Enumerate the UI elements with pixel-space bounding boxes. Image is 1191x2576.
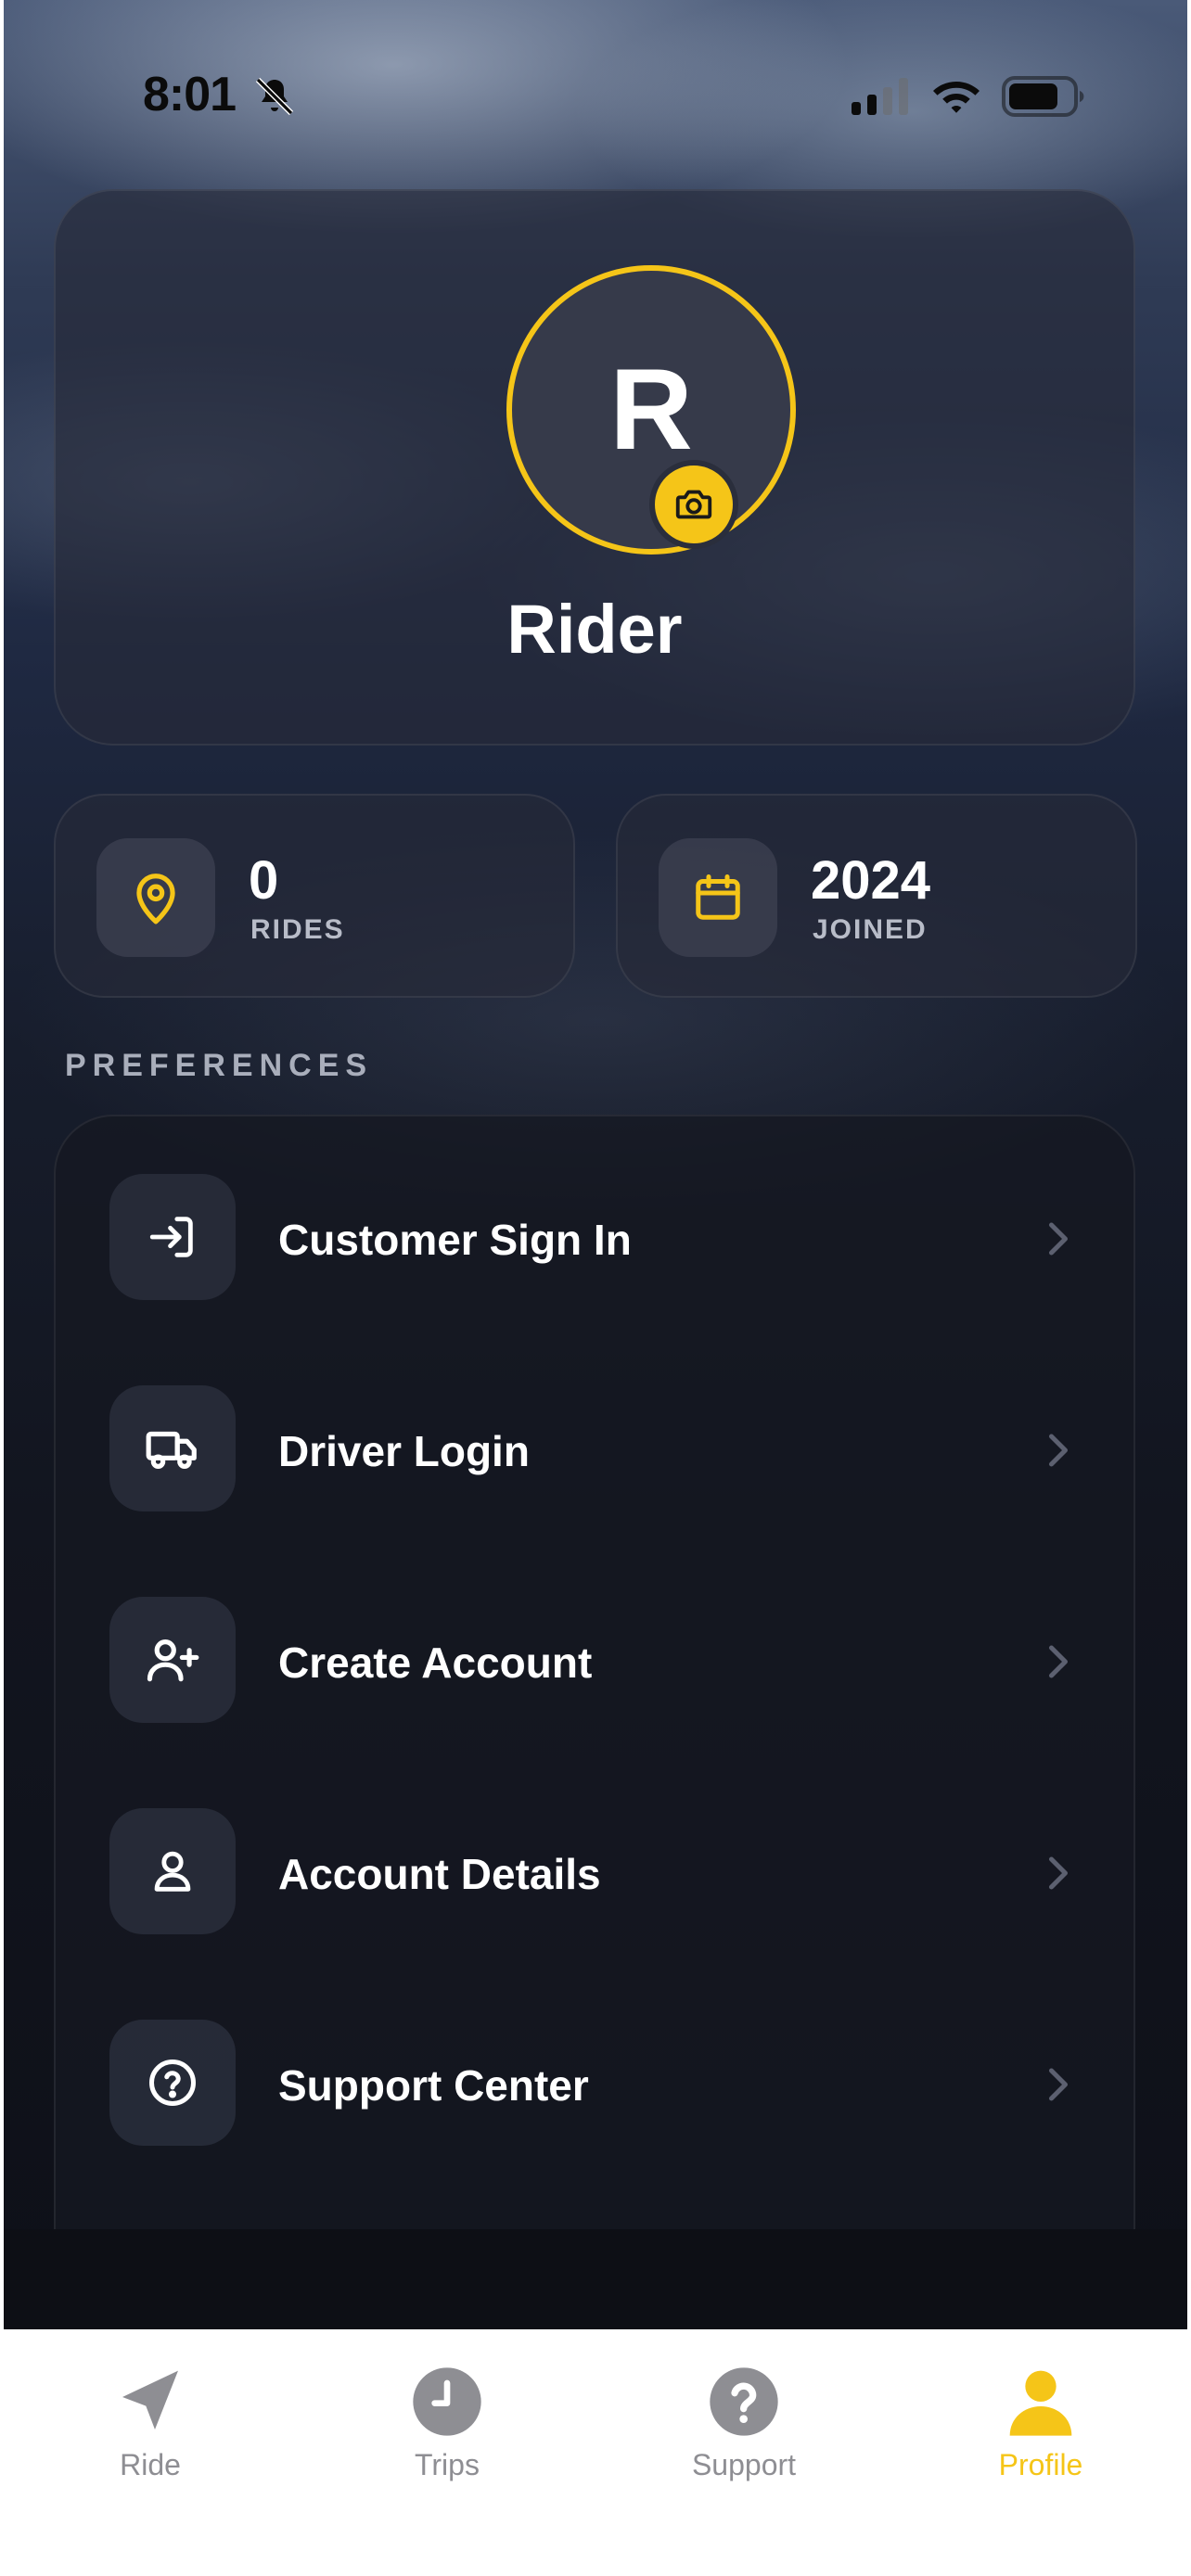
joined-label: JOINED bbox=[813, 914, 928, 945]
pref-icon-box bbox=[109, 1174, 236, 1300]
tab-support[interactable]: Support bbox=[642, 2352, 846, 2491]
chevron-right-icon bbox=[1049, 1645, 1068, 1678]
rides-count: 0 bbox=[249, 850, 279, 911]
rides-stat-card: 0 RIDES bbox=[54, 794, 575, 998]
tab-label: Ride bbox=[120, 2448, 181, 2481]
pref-item-label: Customer Sign In bbox=[278, 1216, 632, 1264]
pref-item-driver-login[interactable]: Driver Login bbox=[56, 1328, 1133, 1513]
rides-label: RIDES bbox=[250, 914, 345, 945]
pref-item-create-account[interactable]: Create Account bbox=[56, 1539, 1133, 1725]
user-icon bbox=[154, 1851, 191, 1892]
pref-icon-box bbox=[109, 1597, 236, 1723]
navigation-arrow-icon bbox=[122, 2370, 178, 2429]
pref-item-account-details[interactable]: Account Details bbox=[56, 1751, 1133, 1936]
preferences-list: Customer Sign In Driver Login Create Acc… bbox=[54, 1115, 1135, 2348]
chevron-right-icon bbox=[1049, 1222, 1068, 1256]
pref-item-label: Account Details bbox=[278, 1850, 601, 1898]
chevron-right-icon bbox=[1049, 1856, 1068, 1890]
truck-icon bbox=[146, 1431, 197, 1469]
tab-bar: Ride Trips Support Profile bbox=[0, 2329, 1191, 2576]
profile-card: R Rider bbox=[54, 189, 1135, 746]
joined-year: 2024 bbox=[811, 850, 931, 911]
chevron-right-icon bbox=[1049, 1434, 1068, 1467]
wifi-icon bbox=[933, 82, 980, 113]
tab-label: Profile bbox=[998, 2448, 1083, 2481]
rides-icon-box bbox=[96, 838, 215, 957]
pref-icon-box bbox=[109, 1385, 236, 1511]
pref-icon-box bbox=[109, 2020, 236, 2146]
pref-item-label: Driver Login bbox=[278, 1427, 530, 1475]
avatar-initial: R bbox=[609, 346, 693, 474]
person-icon bbox=[1009, 2370, 1072, 2436]
content-clip-fade bbox=[4, 2229, 1187, 2329]
cellular-signal-icon bbox=[852, 78, 908, 115]
status-time: 8:01 bbox=[143, 68, 237, 121]
help-circle-icon bbox=[149, 2060, 196, 2106]
preferences-heading: PREFERENCES bbox=[65, 1048, 374, 1083]
tab-label: Support bbox=[691, 2448, 797, 2481]
joined-icon-box bbox=[659, 838, 777, 957]
calendar-icon bbox=[696, 874, 740, 920]
bell-slash-icon bbox=[255, 77, 294, 116]
profile-name: Rider bbox=[506, 591, 683, 668]
tab-label: Trips bbox=[415, 2448, 480, 2481]
battery-icon bbox=[1002, 76, 1084, 117]
pref-item-support-center[interactable]: Support Center bbox=[56, 1962, 1133, 2148]
question-circle-icon bbox=[710, 2367, 778, 2436]
pref-item-label: Support Center bbox=[278, 2061, 589, 2110]
user-plus-icon bbox=[147, 1639, 199, 1682]
tab-profile[interactable]: Profile bbox=[939, 2352, 1143, 2491]
chevron-right-icon bbox=[1049, 2068, 1068, 2101]
joined-stat-card: 2024 JOINED bbox=[616, 794, 1137, 998]
camera-icon bbox=[675, 490, 712, 519]
pref-item-customer-sign-in[interactable]: Customer Sign In bbox=[56, 1116, 1133, 1302]
clock-icon bbox=[413, 2367, 481, 2436]
tab-ride[interactable]: Ride bbox=[48, 2352, 252, 2491]
location-pin-icon bbox=[136, 874, 175, 925]
change-photo-button[interactable] bbox=[649, 460, 738, 549]
profile-screen: 8:01 R Rider 0 RIDES 2024 JOINED PREFERE… bbox=[0, 0, 1191, 2576]
pref-item-label: Create Account bbox=[278, 1639, 593, 1687]
sign-in-icon bbox=[149, 1217, 193, 1257]
pref-icon-box bbox=[109, 1808, 236, 1934]
tab-trips[interactable]: Trips bbox=[345, 2352, 549, 2491]
